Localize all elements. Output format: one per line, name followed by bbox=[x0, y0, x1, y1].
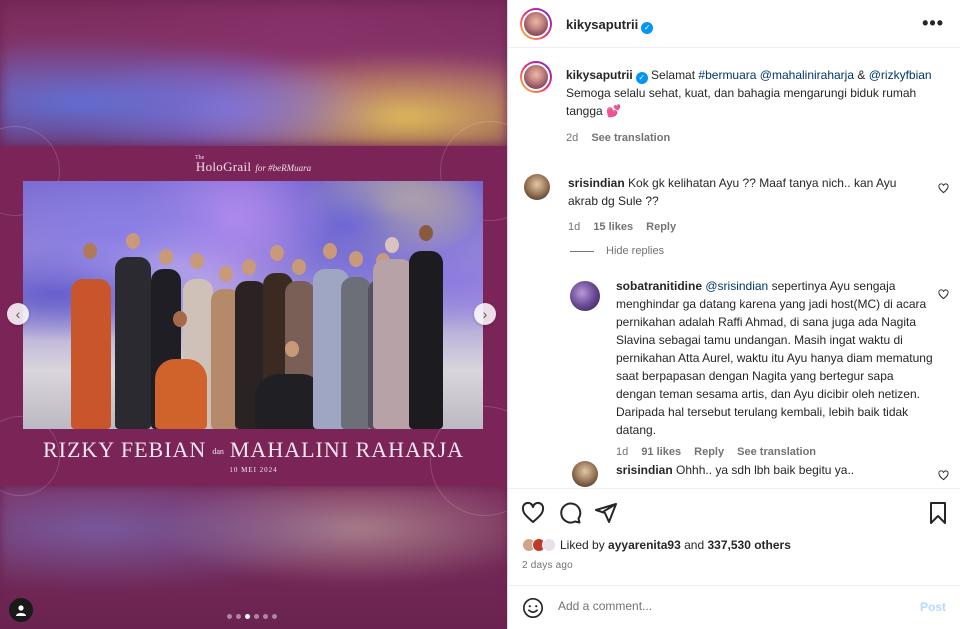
post-comment-button[interactable]: Post bbox=[920, 600, 946, 614]
bookmark-icon[interactable] bbox=[926, 501, 950, 525]
carousel-dot bbox=[263, 614, 268, 619]
heart-icon[interactable] bbox=[938, 183, 949, 194]
reply-time: 1d bbox=[616, 446, 629, 458]
post-actions: Liked by ayyarenita93 and 337,530 others… bbox=[508, 488, 960, 629]
carousel-prev-button[interactable]: ‹ bbox=[7, 303, 29, 325]
commenter-avatar[interactable] bbox=[524, 174, 550, 200]
emoji-icon[interactable] bbox=[522, 597, 544, 619]
comment-bubble-icon[interactable] bbox=[558, 501, 582, 525]
reply-text: sepertinya Ayu sengaja menghindar ga dat… bbox=[616, 279, 933, 437]
ampersand-text: & bbox=[857, 68, 866, 82]
author-username[interactable]: kikysaputrii bbox=[566, 17, 638, 32]
brand-hashtag-text: for #beRMuara bbox=[255, 163, 312, 173]
more-options-icon[interactable]: ••• bbox=[922, 13, 944, 34]
liker-username[interactable]: ayyarenita93 bbox=[608, 538, 681, 552]
groom-name: RIZKY FEBIAN bbox=[42, 437, 207, 462]
like-heart-icon[interactable] bbox=[521, 501, 545, 525]
caption-username[interactable]: kikysaputrii bbox=[566, 68, 633, 82]
carousel-dot bbox=[227, 614, 232, 619]
caption-avatar[interactable] bbox=[520, 61, 552, 93]
post-details-panel: kikysaputrii ✓ ••• kikysaputrii ✓ Selamat … bbox=[508, 0, 960, 629]
mention-link[interactable]: @rizkyfbian bbox=[869, 68, 932, 82]
comment-username[interactable]: srisindian bbox=[568, 176, 625, 190]
and-label: and bbox=[684, 538, 705, 552]
caption-time: 2d bbox=[566, 132, 579, 144]
heart-icon[interactable] bbox=[938, 289, 949, 300]
author-avatar[interactable] bbox=[520, 8, 552, 40]
mention-link[interactable]: @mahaliniraharja bbox=[760, 68, 854, 82]
comments-scroll-area[interactable]: kikysaputrii ✓ Selamat #bermuara @mahalin… bbox=[508, 49, 960, 488]
reply-text: Ohhh.. ya sdh lbh baik begitu ya.. bbox=[676, 463, 855, 477]
verified-badge-icon: ✓ bbox=[641, 22, 654, 34]
liker-avatar bbox=[542, 538, 556, 552]
post-media[interactable]: The HoloGrail for #beRMuara RIZKY FEBIAN… bbox=[0, 0, 508, 629]
see-translation-link[interactable]: See translation bbox=[737, 446, 816, 458]
comment-input[interactable] bbox=[558, 599, 898, 613]
likes-summary[interactable]: Liked by ayyarenita93 and 337,530 others bbox=[522, 538, 791, 552]
carousel-dot bbox=[254, 614, 259, 619]
share-send-icon[interactable] bbox=[594, 501, 618, 525]
reply-likes[interactable]: 91 likes bbox=[641, 446, 681, 458]
post-timestamp: 2 days ago bbox=[522, 560, 573, 571]
blurred-background-bottom bbox=[0, 486, 507, 629]
caption-text: Selamat bbox=[651, 68, 696, 82]
blurred-background-top bbox=[0, 0, 507, 146]
holograil-brand: The HoloGrail for #beRMuara bbox=[0, 155, 507, 176]
couple-names: RIZKY FEBIAN dan MAHALINI RAHARJA bbox=[0, 437, 507, 463]
commenter-avatar[interactable] bbox=[572, 461, 598, 487]
reply-item: srisindian Ohhh.. ya sdh lbh baik begitu… bbox=[616, 461, 934, 479]
carousel-dot bbox=[245, 614, 250, 619]
caption-body: Semoga selalu sehat, kuat, dan bahagia m… bbox=[566, 86, 917, 118]
wedding-date: 10 MEI 2024 bbox=[229, 466, 278, 474]
reply-username[interactable]: srisindian bbox=[616, 463, 673, 477]
brand-the-text: The bbox=[195, 155, 205, 161]
comment-likes[interactable]: 15 likes bbox=[593, 221, 633, 233]
verified-badge-icon: ✓ bbox=[635, 72, 648, 84]
others-count[interactable]: 337,530 others bbox=[708, 538, 791, 552]
post-header: kikysaputrii ✓ ••• bbox=[508, 0, 960, 48]
tagged-users-button[interactable] bbox=[9, 598, 33, 622]
bride-name: MAHALINI RAHARJA bbox=[229, 437, 465, 462]
reply-item: sobatranitidine @srisindian sepertinya A… bbox=[616, 277, 934, 461]
comment-item: srisindian Kok gk kelihatan Ayu ?? Maaf … bbox=[568, 174, 928, 236]
reply-button[interactable]: Reply bbox=[646, 221, 676, 233]
post-caption: kikysaputrii ✓ Selamat #bermuara @mahalin… bbox=[566, 66, 936, 147]
dan-text: dan bbox=[212, 447, 224, 457]
carousel-next-button[interactable]: › bbox=[474, 303, 496, 325]
carousel-dot bbox=[272, 614, 277, 619]
divider-line bbox=[570, 250, 594, 252]
reply-username[interactable]: sobatranitidine bbox=[616, 279, 702, 293]
see-translation-link[interactable]: See translation bbox=[591, 132, 670, 144]
add-comment-bar: Post bbox=[508, 585, 960, 629]
mention-link[interactable]: @srisindian bbox=[705, 279, 768, 293]
heart-icon[interactable] bbox=[938, 470, 949, 481]
chevron-left-icon: ‹ bbox=[15, 306, 21, 322]
group-photo bbox=[23, 181, 483, 429]
chevron-right-icon: › bbox=[482, 306, 488, 322]
replier-avatar[interactable] bbox=[570, 281, 600, 311]
carousel-indicator bbox=[227, 614, 277, 619]
reply-button[interactable]: Reply bbox=[694, 446, 724, 458]
hide-replies-button[interactable]: Hide replies bbox=[570, 245, 664, 257]
hashtag-link[interactable]: #bermuara bbox=[698, 68, 756, 82]
carousel-dot bbox=[236, 614, 241, 619]
hide-replies-label: Hide replies bbox=[606, 245, 665, 257]
user-icon bbox=[16, 605, 26, 616]
liked-by-label: Liked by bbox=[560, 538, 605, 552]
brand-name-text: HoloGrail bbox=[195, 159, 252, 174]
comment-time: 1d bbox=[568, 221, 581, 233]
